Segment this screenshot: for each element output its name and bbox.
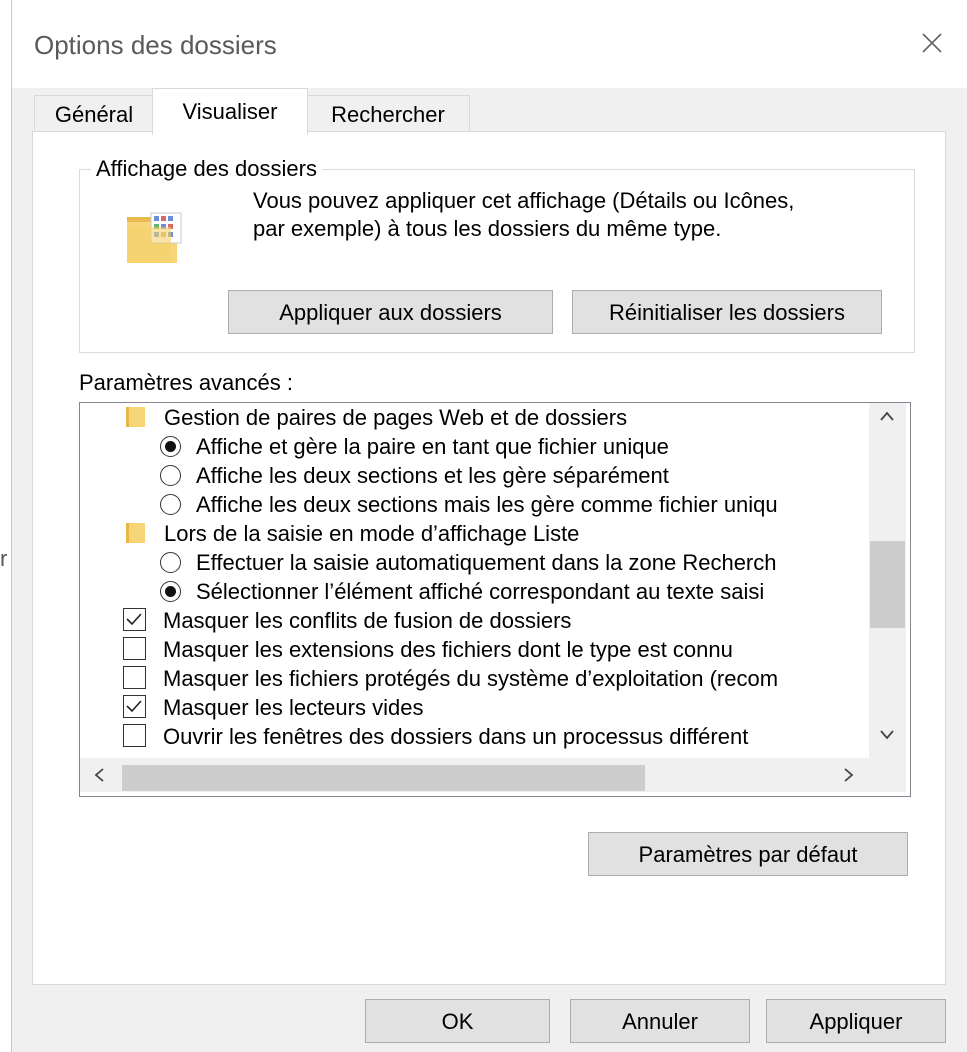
list-item[interactable]: Masquer les fichiers protégés du système… <box>123 664 866 693</box>
radio-unselected[interactable] <box>160 552 181 573</box>
close-icon[interactable] <box>917 28 947 58</box>
list-item[interactable]: Masquer les lecteurs vides <box>123 693 866 722</box>
list-item: Lors de la saisie en mode d’affichage Li… <box>126 519 866 548</box>
folder-icon <box>126 407 145 427</box>
description-line-1: Vous pouvez appliquer cet affichage (Dét… <box>253 188 795 213</box>
radio-unselected[interactable] <box>160 494 181 515</box>
apply-to-folders-button[interactable]: Appliquer aux dossiers <box>228 290 553 334</box>
list-item[interactable]: Effectuer la saisie automatiquement dans… <box>160 548 866 577</box>
tab-strip: Général Visualiser Rechercher <box>12 88 967 135</box>
list-item-label: Gestion de paires de pages Web et de dos… <box>164 405 628 430</box>
checkbox-unchecked[interactable] <box>123 666 146 689</box>
vertical-scroll-thumb[interactable] <box>870 541 905 628</box>
folder-views-description: Vous pouvez appliquer cet affichage (Dét… <box>253 187 893 243</box>
list-item-label: Masquer les extensions des fichiers dont… <box>163 637 733 662</box>
edge-glyph: r <box>0 546 8 571</box>
folder-icon <box>126 523 145 543</box>
horizontal-scroll-thumb[interactable] <box>122 765 645 791</box>
list-item-label: Masquer les lecteurs vides <box>163 695 424 720</box>
list-item-label: Affiche les deux sections mais les gère … <box>196 492 778 517</box>
list-item[interactable]: Masquer les conflits de fusion de dossie… <box>123 606 866 635</box>
list-item[interactable]: Masquer les extensions des fichiers dont… <box>123 635 866 664</box>
radio-unselected[interactable] <box>160 465 181 486</box>
advanced-settings-label: Paramètres avancés : <box>79 370 293 395</box>
list-item-label: Ouvrir les fenêtres des dossiers dans un… <box>163 724 749 749</box>
title-bar: Options des dossiers <box>12 0 967 88</box>
folder-views-icon <box>125 207 185 267</box>
list-item-label: Affiche et gère la paire en tant que fic… <box>196 434 669 459</box>
tab-visualiser[interactable]: Visualiser <box>152 88 308 135</box>
list-item[interactable]: Affiche les deux sections mais les gère … <box>160 490 866 519</box>
list-item[interactable]: Affiche les deux sections et les gère sé… <box>160 461 866 490</box>
background-edge <box>0 0 10 1052</box>
folder-options-dialog: Options des dossiers Général Visualiser … <box>12 0 967 1052</box>
apply-button[interactable]: Appliquer <box>766 999 946 1043</box>
list-item-label: Sélectionner l’élément affiché correspon… <box>196 579 765 604</box>
checkbox-checked[interactable] <box>123 695 146 718</box>
list-item-label: Affiche les deux sections et les gère sé… <box>196 463 669 488</box>
scroll-down-icon[interactable] <box>877 725 897 751</box>
folder-views-title: Affichage des dossiers <box>91 156 322 182</box>
list-item-label: Masquer les fichiers protégés du système… <box>163 666 779 691</box>
reset-folders-button[interactable]: Réinitialiser les dossiers <box>572 290 882 334</box>
list-item-label: Masquer les conflits de fusion de dossie… <box>163 608 572 633</box>
tab-general[interactable]: Général <box>34 95 154 134</box>
checkbox-unchecked[interactable] <box>123 724 146 747</box>
list-item[interactable]: Sélectionner l’élément affiché correspon… <box>160 577 866 606</box>
checkbox-checked[interactable] <box>123 608 146 631</box>
list-item-label: Lors de la saisie en mode d’affichage Li… <box>164 521 580 546</box>
advanced-settings-list[interactable]: Gestion de paires de pages Web et de dos… <box>79 402 911 797</box>
scroll-right-icon[interactable] <box>838 765 858 791</box>
ok-button[interactable]: OK <box>365 999 550 1043</box>
scroll-up-icon[interactable] <box>877 406 897 432</box>
default-settings-button[interactable]: Paramètres par défaut <box>588 832 908 876</box>
scroll-left-icon[interactable] <box>90 765 110 791</box>
radio-selected[interactable] <box>160 581 181 602</box>
checkbox-unchecked[interactable] <box>123 637 146 660</box>
tab-panel: Affichage des dossiers Vous pouvez appli… <box>32 131 946 985</box>
list-item: Gestion de paires de pages Web et de dos… <box>126 403 866 432</box>
cancel-button[interactable]: Annuler <box>570 999 750 1043</box>
list-item-label: Effectuer la saisie automatiquement dans… <box>196 550 777 575</box>
tab-rechercher[interactable]: Rechercher <box>306 95 470 134</box>
radio-selected[interactable] <box>160 436 181 457</box>
window-title: Options des dossiers <box>34 30 277 60</box>
description-line-2: par exemple) à tous les dossiers du même… <box>253 216 722 241</box>
list-item[interactable]: Ouvrir les fenêtres des dossiers dans un… <box>123 722 866 751</box>
list-item[interactable]: Affiche et gère la paire en tant que fic… <box>160 432 866 461</box>
